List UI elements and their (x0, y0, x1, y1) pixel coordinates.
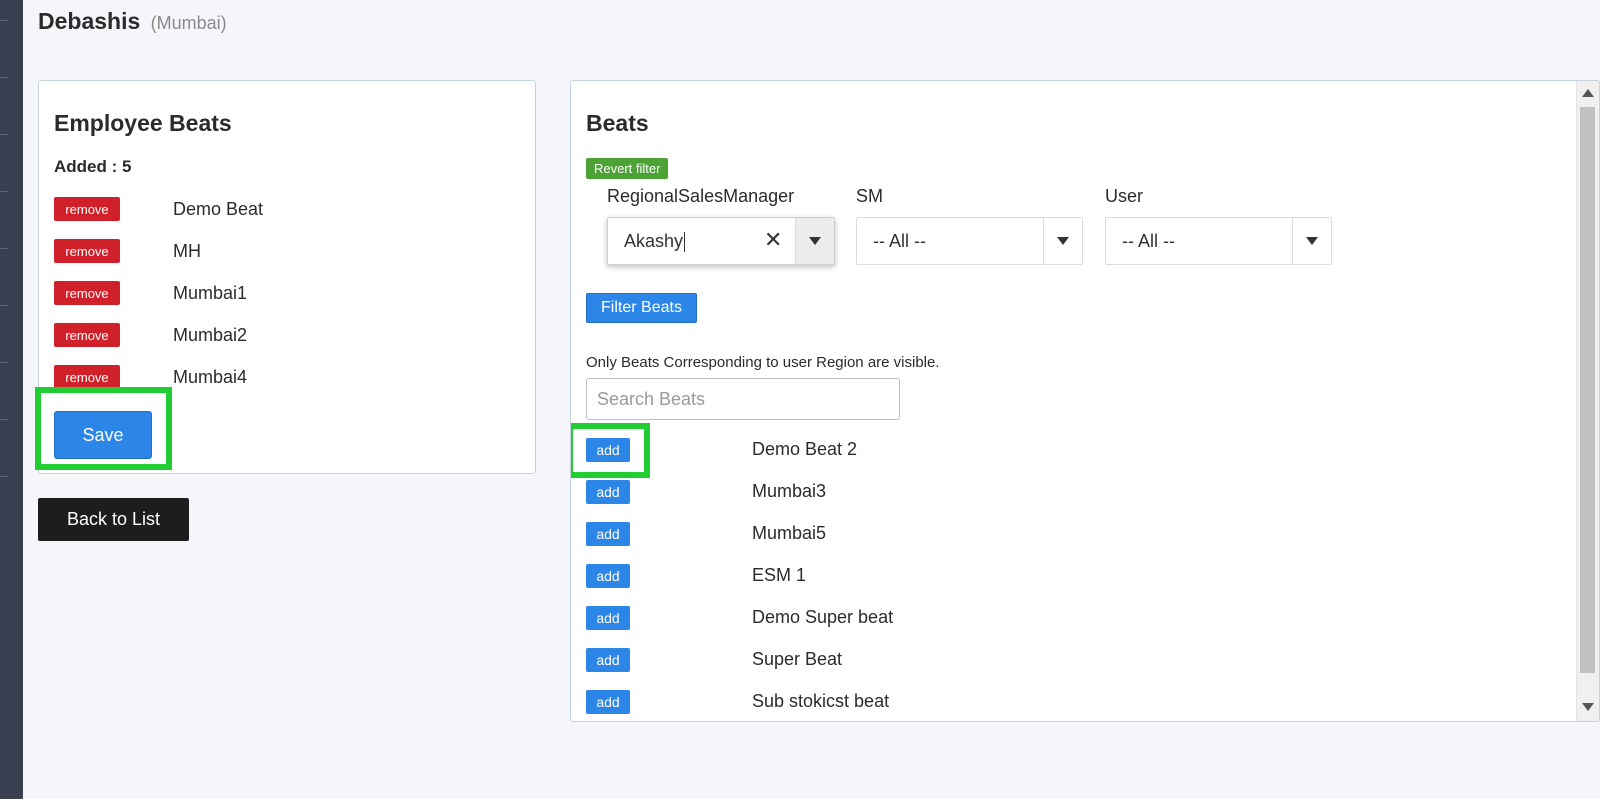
list-item: add Demo Super beat (586, 606, 1286, 632)
added-count: Added : 5 (54, 157, 132, 176)
sidebar-divider (0, 20, 8, 21)
employee-beats-title: Employee Beats (54, 110, 232, 136)
list-item: add ESM 1 (586, 564, 1286, 590)
scroll-down-icon[interactable] (1582, 703, 1594, 711)
beat-name: Mumbai1 (173, 283, 248, 303)
list-item: remove Mumbai1 (54, 281, 514, 307)
chevron-down-icon (1306, 237, 1318, 245)
sidebar-divider (0, 305, 8, 306)
list-item: remove Mumbai2 (54, 323, 514, 349)
employee-beats-panel: Employee Beats Added : 5 remove Demo Bea… (35, 80, 536, 474)
beats-panel: Beats Revert filter RegionalSalesManager… (570, 80, 1600, 722)
beats-title: Beats (586, 110, 649, 136)
revert-filter-button[interactable]: Revert filter (586, 158, 669, 179)
sidebar-divider (0, 248, 8, 249)
list-item: remove Mumbai4 (54, 365, 514, 391)
sidebar-strip (0, 0, 23, 799)
list-item: add Super Beat (586, 648, 1286, 674)
list-item: remove Demo Beat (54, 197, 514, 223)
filter-beats-button[interactable]: Filter Beats (586, 293, 697, 323)
sidebar-divider (0, 362, 8, 363)
add-button[interactable]: add (586, 480, 630, 504)
add-button[interactable]: add (586, 564, 630, 588)
page-title: Debashis (Mumbai) (38, 8, 227, 35)
beat-name: Demo Super beat (752, 607, 894, 627)
scroll-up-icon[interactable] (1582, 89, 1594, 97)
add-button[interactable]: add (586, 438, 630, 462)
add-button[interactable]: add (586, 606, 630, 630)
sidebar-divider (0, 134, 8, 135)
employee-location: (Mumbai) (150, 13, 227, 33)
beat-name: Sub stokicst beat (752, 691, 890, 711)
user-select[interactable]: -- All -- (1105, 217, 1332, 265)
chevron-down-icon (1057, 237, 1069, 245)
beat-name: Demo Beat 2 (752, 439, 858, 459)
list-item: remove MH (54, 239, 514, 265)
beat-name: Demo Beat (173, 199, 264, 219)
scrollbar-thumb[interactable] (1580, 107, 1595, 673)
beat-name: Super Beat (752, 649, 843, 669)
sidebar-divider (0, 476, 8, 477)
list-item: add Demo Beat 2 (586, 438, 1286, 464)
rsm-select[interactable]: Akashy ✕ (607, 217, 835, 265)
user-select-value: -- All -- (1122, 231, 1175, 251)
employee-name: Debashis (38, 8, 141, 34)
remove-button[interactable]: remove (54, 365, 120, 389)
scrollbar[interactable] (1576, 81, 1599, 721)
remove-button[interactable]: remove (54, 281, 120, 305)
chevron-down-icon (809, 237, 821, 245)
beat-name: Mumbai5 (752, 523, 827, 543)
sidebar-divider (0, 77, 8, 78)
beat-name: ESM 1 (752, 565, 807, 585)
back-to-list-button[interactable]: Back to List (38, 498, 189, 541)
user-dropdown-toggle[interactable] (1292, 218, 1331, 264)
add-button[interactable]: add (586, 648, 630, 672)
beat-name: Mumbai3 (752, 481, 827, 501)
save-button[interactable]: Save (54, 411, 152, 459)
list-item: add Sub stokicst beat (586, 690, 1286, 716)
remove-button[interactable]: remove (54, 323, 120, 347)
rsm-select-value: Akashy (624, 231, 686, 253)
user-filter-label: User (1105, 186, 1144, 206)
sm-filter-label: SM (856, 186, 883, 206)
remove-button[interactable]: remove (54, 197, 120, 221)
rsm-filter-label: RegionalSalesManager (607, 186, 795, 206)
sm-dropdown-toggle[interactable] (1043, 218, 1082, 264)
remove-button[interactable]: remove (54, 239, 120, 263)
rsm-dropdown-toggle[interactable] (795, 218, 834, 264)
beat-name: MH (173, 241, 201, 261)
sidebar-divider (0, 419, 8, 420)
list-item: add Mumbai5 (586, 522, 1286, 548)
sm-select[interactable]: -- All -- (856, 217, 1083, 265)
beat-name: Mumbai4 (173, 367, 248, 387)
sidebar-divider (0, 191, 8, 192)
sm-select-value: -- All -- (873, 231, 926, 251)
beat-name: Mumbai2 (173, 325, 248, 345)
add-button[interactable]: add (586, 522, 630, 546)
list-item: add Mumbai3 (586, 480, 1286, 506)
add-button[interactable]: add (586, 690, 630, 714)
region-note: Only Beats Corresponding to user Region … (586, 354, 940, 371)
search-beats-input[interactable] (586, 378, 900, 420)
clear-icon[interactable]: ✕ (764, 227, 782, 253)
